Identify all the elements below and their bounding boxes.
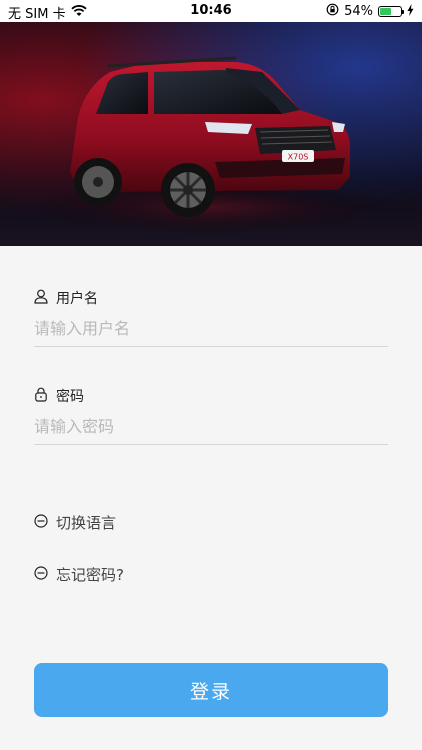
forgot-password-label: 忘记密码? bbox=[56, 566, 124, 584]
lock-icon bbox=[34, 387, 48, 406]
orientation-lock-icon bbox=[326, 3, 339, 20]
password-input[interactable] bbox=[34, 412, 388, 445]
username-label-text: 用户名 bbox=[56, 291, 98, 307]
password-label: 密码 bbox=[34, 386, 84, 406]
front-wheel bbox=[161, 163, 215, 217]
password-label-text: 密码 bbox=[56, 389, 84, 405]
forgot-password-link[interactable]: 忘记密码? bbox=[34, 564, 124, 585]
status-bar: 无 SIM 卡 10:46 54% bbox=[0, 0, 422, 22]
circle-minus-icon bbox=[34, 513, 48, 532]
switch-language-link[interactable]: 切换语言 bbox=[34, 512, 116, 533]
login-button[interactable]: 登录 bbox=[34, 663, 388, 717]
rear-wheel bbox=[74, 158, 122, 206]
status-bar-right: 54% bbox=[326, 3, 414, 20]
hero-car-image: X70S bbox=[0, 22, 422, 246]
username-label: 用户名 bbox=[34, 288, 98, 308]
model-badge-text: X70S bbox=[288, 153, 309, 162]
switch-language-label: 切换语言 bbox=[56, 514, 117, 532]
battery-fill bbox=[380, 8, 391, 15]
user-icon bbox=[34, 289, 48, 308]
battery-percent: 54% bbox=[344, 4, 373, 19]
battery-icon bbox=[378, 6, 404, 17]
charging-icon bbox=[407, 3, 414, 20]
circle-minus-icon bbox=[34, 565, 48, 584]
username-input[interactable] bbox=[34, 314, 388, 347]
